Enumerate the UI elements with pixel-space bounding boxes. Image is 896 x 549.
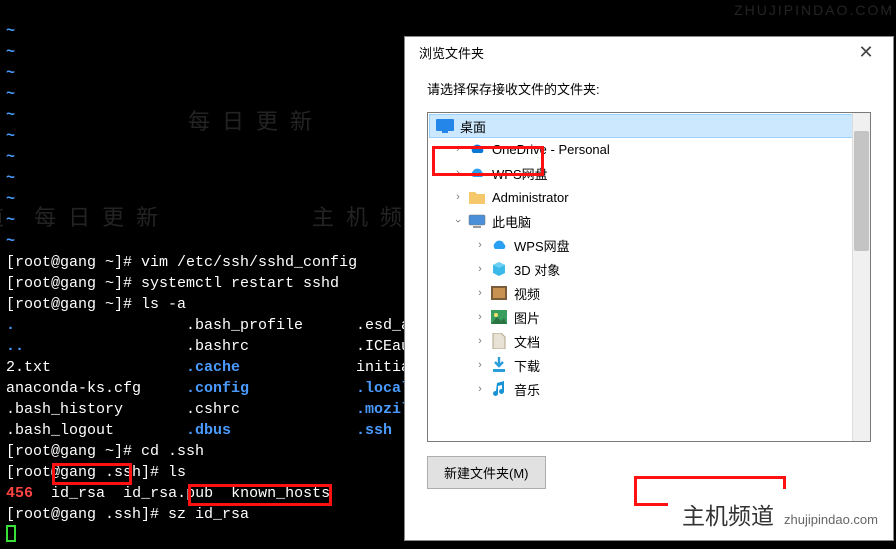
brand-en: zhujipindao.com bbox=[784, 512, 878, 527]
tilde-line: ~ bbox=[6, 128, 15, 145]
ls-row: anaconda-ks.cfg.config.local bbox=[6, 380, 410, 397]
ls-row: 456 id_rsa id_rsa.pub known_hosts bbox=[6, 485, 330, 502]
cloud-icon bbox=[490, 236, 508, 254]
tree-label: 此电脑 bbox=[492, 212, 531, 231]
tree-item-3d[interactable]: › 3D 对象 bbox=[430, 257, 870, 281]
tree-item-pictures[interactable]: › 图片 bbox=[430, 305, 870, 329]
cursor bbox=[6, 525, 16, 542]
folder-icon bbox=[468, 188, 486, 206]
expander-icon[interactable]: › bbox=[474, 239, 486, 251]
cube-icon bbox=[490, 260, 508, 278]
browse-folder-dialog: 浏览文件夹 ✕ 请选择保存接收文件的文件夹: 桌面 › OneDriv bbox=[404, 36, 894, 541]
picture-icon bbox=[490, 308, 508, 326]
tree-label: 图片 bbox=[514, 308, 540, 327]
tree-label: 文档 bbox=[514, 332, 540, 351]
tree-label: 桌面 bbox=[460, 117, 486, 136]
tree-label: OneDrive - Personal bbox=[492, 142, 610, 157]
tilde-line: ~ bbox=[6, 233, 15, 250]
cmd-line: [root@gang ~]# systemctl restart sshd bbox=[6, 275, 339, 292]
tilde-line: ~ bbox=[6, 212, 15, 229]
cmd-line: [root@gang ~]# ls -a bbox=[6, 296, 186, 313]
expander-icon[interactable]: › bbox=[474, 311, 486, 323]
tree-label: 视频 bbox=[514, 284, 540, 303]
expander-icon[interactable]: › bbox=[452, 215, 464, 227]
close-icon: ✕ bbox=[858, 42, 873, 63]
expander-icon[interactable]: › bbox=[474, 335, 486, 347]
ls-row: .bash_history.cshrc.mozilla bbox=[6, 401, 428, 418]
computer-icon bbox=[468, 212, 486, 230]
tree-label: 音乐 bbox=[514, 380, 540, 399]
desktop-icon bbox=[436, 117, 454, 135]
folder-tree[interactable]: 桌面 › OneDrive - Personal › WPS网盘 bbox=[427, 112, 871, 442]
close-button[interactable]: ✕ bbox=[845, 39, 887, 65]
tilde-line: ~ bbox=[6, 44, 15, 61]
dialog-titlebar: 浏览文件夹 ✕ bbox=[405, 37, 893, 67]
tilde-line: ~ bbox=[6, 86, 15, 103]
tree-item-docs[interactable]: › 文档 bbox=[430, 329, 870, 353]
tilde-line: ~ bbox=[6, 65, 15, 82]
music-icon bbox=[490, 380, 508, 398]
scrollbar[interactable] bbox=[852, 113, 870, 441]
brand-badge: 主机频道 zhujipindao.com bbox=[668, 489, 892, 537]
tree-item-downloads[interactable]: › 下载 bbox=[430, 353, 870, 377]
tilde-line: ~ bbox=[6, 23, 15, 40]
tilde-line: ~ bbox=[6, 191, 15, 208]
tree-label: WPS网盘 bbox=[492, 164, 548, 183]
cmd-line: [root@gang .ssh]# sz id_rsa bbox=[6, 506, 249, 523]
expander-icon[interactable]: › bbox=[474, 383, 486, 395]
dialog-prompt: 请选择保存接收文件的文件夹: bbox=[427, 79, 871, 98]
tree-item-video[interactable]: › 视频 bbox=[430, 281, 870, 305]
tree-item-wps[interactable]: › WPS网盘 bbox=[430, 161, 870, 185]
new-folder-button[interactable]: 新建文件夹(M) bbox=[427, 456, 546, 489]
expander-icon[interactable]: › bbox=[474, 359, 486, 371]
download-icon bbox=[490, 356, 508, 374]
tree-item-desktop[interactable]: 桌面 bbox=[429, 114, 871, 138]
tree-label: WPS网盘 bbox=[514, 236, 570, 255]
cmd-line: [root@gang .ssh]# ls bbox=[6, 464, 186, 481]
tree-label: Administrator bbox=[492, 190, 569, 205]
document-icon bbox=[490, 332, 508, 350]
expander-icon[interactable]: › bbox=[474, 287, 486, 299]
tree-label: 3D 对象 bbox=[514, 260, 560, 279]
tilde-line: ~ bbox=[6, 149, 15, 166]
cloud-icon bbox=[468, 164, 486, 182]
ls-row: ...bashrc.ICEauthority bbox=[6, 338, 473, 355]
brand-cn: 主机频道 bbox=[682, 497, 774, 531]
tree-item-thispc[interactable]: › 此电脑 bbox=[430, 209, 870, 233]
tree-item-music[interactable]: › 音乐 bbox=[430, 377, 870, 401]
expander-icon[interactable]: › bbox=[452, 191, 464, 203]
cloud-icon bbox=[468, 140, 486, 158]
tilde-line: ~ bbox=[6, 107, 15, 124]
dialog-title-text: 浏览文件夹 bbox=[419, 43, 484, 62]
expander-icon[interactable]: › bbox=[474, 263, 486, 275]
tree-item-admin[interactable]: › Administrator bbox=[430, 185, 870, 209]
ls-row: ..bash_profile.esd_auth bbox=[6, 317, 437, 334]
video-icon bbox=[490, 284, 508, 302]
expander-icon[interactable]: › bbox=[452, 143, 464, 155]
cmd-line: [root@gang ~]# vim /etc/ssh/sshd_config bbox=[6, 254, 357, 271]
tilde-line: ~ bbox=[6, 170, 15, 187]
cmd-line: [root@gang ~]# cd .ssh bbox=[6, 443, 204, 460]
ls-row: .bash_logout.dbus.ssh bbox=[6, 422, 392, 439]
tree-item-wps2[interactable]: › WPS网盘 bbox=[430, 233, 870, 257]
tree-item-onedrive[interactable]: › OneDrive - Personal bbox=[430, 137, 870, 161]
scroll-thumb[interactable] bbox=[854, 131, 869, 251]
expander-icon[interactable]: › bbox=[452, 167, 464, 179]
tree-label: 下载 bbox=[514, 356, 540, 375]
